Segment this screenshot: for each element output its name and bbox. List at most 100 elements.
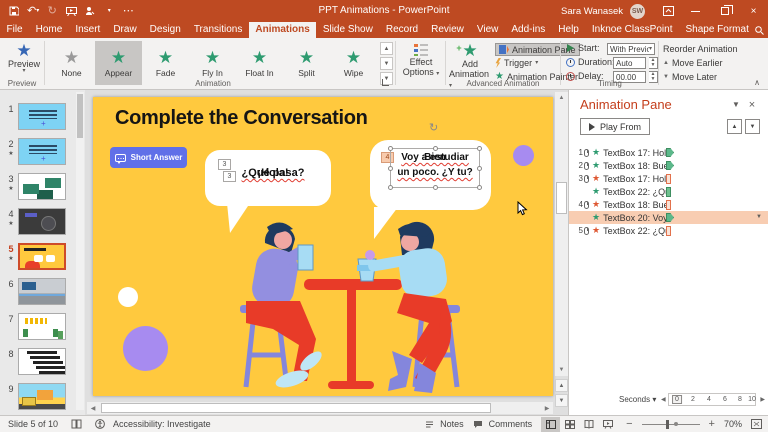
spellcheck-icon[interactable] <box>71 419 82 429</box>
thumbnail-preview[interactable] <box>18 243 66 270</box>
duration-input[interactable]: Auto <box>613 57 646 69</box>
selected-textbox[interactable]: Voy a estudiar Bien un poco. ¿Y tu? <box>390 148 480 188</box>
previous-slide-button[interactable]: ▲ <box>555 379 568 392</box>
slide-thumbnail-3[interactable]: 3★ <box>4 173 85 200</box>
tab-transitions[interactable]: Transitions <box>187 22 249 38</box>
selection-handle[interactable] <box>388 146 393 151</box>
tab-file[interactable]: File <box>0 22 29 38</box>
selection-handle[interactable] <box>477 185 482 190</box>
tell-me-button[interactable]: Tell me <box>755 25 768 36</box>
selection-handle[interactable] <box>433 185 438 190</box>
thumbnail-preview[interactable] <box>18 208 66 235</box>
close-button[interactable]: × <box>739 0 768 22</box>
reading-view-button[interactable] <box>579 417 598 432</box>
selection-handle[interactable] <box>477 146 482 151</box>
minimize-button[interactable] <box>681 0 710 22</box>
slide-thumbnail-1[interactable]: 1 <box>4 103 85 130</box>
tab-design[interactable]: Design <box>143 22 187 38</box>
slide-thumbnail-7[interactable]: 7 <box>4 313 85 340</box>
animation-item-3[interactable]: 3★TextBox 17: Hola... <box>569 172 768 185</box>
short-answer-button[interactable]: Short Answer <box>110 147 187 168</box>
start-select[interactable]: With Previous▾ <box>607 43 655 55</box>
notes-button[interactable]: Notes <box>425 419 464 429</box>
horizontal-scrollbar[interactable]: ◀ ▶ <box>87 402 553 414</box>
tab-review[interactable]: Review <box>425 22 471 38</box>
thumbnail-preview[interactable] <box>18 278 66 305</box>
slide-thumbnail-2[interactable]: 2★ <box>4 138 85 165</box>
ribbon-display-options-icon[interactable] <box>655 0 681 22</box>
save-icon[interactable] <box>8 4 20 18</box>
account-name[interactable]: Sara Wanasek <box>561 6 623 17</box>
tab-add-ins[interactable]: Add-ins <box>505 22 552 38</box>
seconds-dropdown[interactable]: Seconds ▾ <box>619 395 656 404</box>
gallery-scroll-down-icon[interactable]: ▼ <box>380 57 393 70</box>
move-up-button[interactable]: ▲ <box>727 119 742 134</box>
animation-item-1[interactable]: 1★TextBox 17: Hola... <box>569 146 768 159</box>
redo-icon[interactable]: ↻ <box>46 4 58 18</box>
trigger-button[interactable]: Trigger▾ <box>495 58 538 68</box>
qat-dropdown-icon[interactable]: ▾ <box>103 4 115 18</box>
slide-editor[interactable]: Complete the Conversation Short Answer 3… <box>93 97 553 396</box>
scroll-left-icon[interactable]: ◀ <box>87 402 99 414</box>
comments-button[interactable]: Comments <box>473 419 533 429</box>
collapse-ribbon-icon[interactable]: ∧ <box>754 78 760 87</box>
start-slideshow-icon[interactable] <box>65 4 77 18</box>
pane-options-icon[interactable]: ▼ <box>728 100 744 109</box>
thumbnail-preview[interactable] <box>18 103 66 130</box>
tab-shape-format[interactable]: Shape Format <box>679 22 755 38</box>
slide-sorter-view-button[interactable] <box>560 417 579 432</box>
scroll-up-icon[interactable]: ▲ <box>555 92 568 104</box>
item-dropdown-icon[interactable]: ▼ <box>756 214 762 220</box>
zoom-slider[interactable] <box>642 424 700 425</box>
fit-to-window-icon[interactable] <box>751 419 762 429</box>
selection-handle[interactable] <box>388 166 393 171</box>
tab-inknoe-classpoint[interactable]: Inknoe ClassPoint <box>585 22 679 38</box>
animation-item-2[interactable]: 2★TextBox 18: Bue... <box>569 159 768 172</box>
tab-animations[interactable]: Animations <box>249 22 316 38</box>
tab-help[interactable]: Help <box>552 22 586 38</box>
move-earlier-button[interactable]: ▲ Move Earlier <box>663 58 722 68</box>
slide-thumbnail-8[interactable]: 8 <box>4 348 85 375</box>
tab-record[interactable]: Record <box>379 22 424 38</box>
undo-icon[interactable]: ↶▾ <box>27 4 39 18</box>
accessibility-status[interactable]: Accessibility: Investigate <box>95 419 211 429</box>
customize-qat-icon[interactable]: ⋯ <box>122 4 134 18</box>
gallery-scroll-up-icon[interactable]: ▲ <box>380 42 393 55</box>
slide-thumbnail-9[interactable]: 9 <box>4 383 85 410</box>
slide-thumbnail-5[interactable]: 5★ <box>4 243 85 270</box>
horizontal-scroll-thumb[interactable] <box>101 403 491 413</box>
tab-draw[interactable]: Draw <box>107 22 143 38</box>
vertical-scroll-thumb[interactable] <box>556 182 567 214</box>
animation-item-7[interactable]: 5★TextBox 22: ¿Qu... <box>569 224 768 237</box>
pane-close-icon[interactable]: × <box>744 99 760 111</box>
selection-handle[interactable] <box>433 146 438 151</box>
zoom-out-icon[interactable]: − <box>626 418 632 430</box>
move-later-button[interactable]: ▼ Move Later <box>663 72 717 82</box>
move-down-button[interactable]: ▼ <box>745 119 760 134</box>
duration-spinner[interactable]: ▲▼ <box>649 57 658 69</box>
restore-button[interactable] <box>710 0 739 22</box>
selection-handle[interactable] <box>388 185 393 190</box>
thumbnail-preview[interactable] <box>18 348 66 375</box>
animation-item-6[interactable]: ★TextBox 20: Voy ...▼ <box>569 211 768 224</box>
slideshow-view-button[interactable] <box>598 417 617 432</box>
bubble-left-text[interactable]: ¡Hola! ¿Qué pasa? <box>223 167 323 181</box>
effect-options-button[interactable]: Effect Options ▾ <box>399 42 443 77</box>
signature-icon[interactable] <box>84 4 96 18</box>
tab-insert[interactable]: Insert <box>69 22 107 38</box>
animation-item-4[interactable]: ★TextBox 22: ¿Qu... <box>569 185 768 198</box>
timeline-strip[interactable]: 0246810 <box>668 393 756 406</box>
vertical-scrollbar[interactable]: ▲ ▼ <box>555 92 568 376</box>
zoom-in-icon[interactable]: + <box>709 418 715 430</box>
rotate-handle-icon[interactable]: ↻ <box>429 121 438 134</box>
preview-button[interactable]: ★ Preview ▾ <box>5 42 43 74</box>
scroll-right-icon[interactable]: ▶ <box>541 402 553 414</box>
slide-title[interactable]: Complete the Conversation <box>115 107 368 130</box>
next-slide-button[interactable]: ▼ <box>555 394 568 407</box>
timeline-left-icon[interactable]: ◀ <box>661 396 666 403</box>
slide-thumbnail-6[interactable]: 6 <box>4 278 85 305</box>
tab-slide-show[interactable]: Slide Show <box>316 22 379 38</box>
normal-view-button[interactable] <box>541 417 560 432</box>
thumbnail-preview[interactable] <box>18 383 66 410</box>
thumbnail-preview[interactable] <box>18 173 66 200</box>
